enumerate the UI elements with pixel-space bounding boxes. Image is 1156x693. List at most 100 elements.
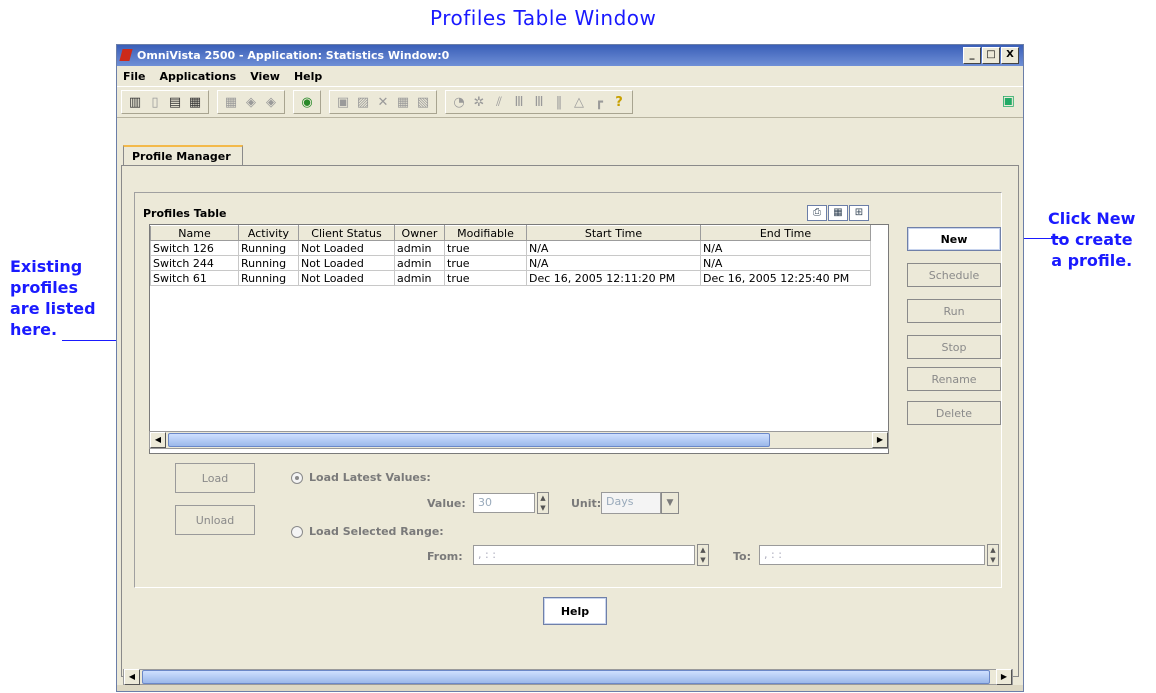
window-horizontal-scrollbar[interactable]: ◀ ▶ (123, 669, 1013, 685)
tab-profile-manager[interactable]: Profile Manager (123, 145, 243, 165)
table-horizontal-scrollbar[interactable]: ◀ ▶ (149, 431, 889, 449)
note-line: Click New (1048, 209, 1136, 228)
copy-icon[interactable]: ▧ (414, 93, 432, 111)
help-button[interactable]: Help (543, 597, 607, 625)
table-cell: Not Loaded (298, 255, 395, 271)
load-range-label: Load Selected Range: (309, 525, 444, 538)
scroll-right-icon[interactable]: ▶ (996, 669, 1012, 685)
split-horizontal-icon[interactable]: ▤ (166, 93, 184, 111)
stop-button[interactable]: Stop (907, 335, 1001, 359)
maximize-button[interactable]: □ (982, 47, 1000, 64)
app-logo-icon (119, 49, 133, 61)
table-cell: true (444, 255, 527, 271)
run-button[interactable]: Run (907, 299, 1001, 323)
profiles-table-label: Profiles Table (143, 207, 227, 220)
window-title: OmniVista 2500 - Application: Statistics… (137, 49, 450, 62)
minimize-button[interactable]: _ (963, 47, 981, 64)
scroll-thumb[interactable] (142, 670, 990, 684)
close-button[interactable]: X (1001, 47, 1019, 64)
from-label: From: (427, 550, 463, 563)
menu-applications[interactable]: Applications (160, 70, 237, 83)
scroll-left-icon[interactable]: ◀ (124, 669, 140, 685)
load-button[interactable]: Load (175, 463, 255, 493)
toolbar: ▥ ▯ ▤ ▦ ▦ ◈ ◈ ◉ ▣ ▨ ✕ ▦ ▧ ◔ ✲ ⫽ Ⅲ Ⅲ ‖ △ (117, 86, 1023, 118)
edit-icon[interactable]: ▨ (354, 93, 372, 111)
load-latest-option[interactable]: Load Latest Values: (291, 471, 431, 484)
table-row[interactable]: Switch 126 Running Not Loaded admin true… (150, 240, 871, 256)
note-line: are listed (10, 299, 96, 318)
area-chart-icon[interactable]: △ (570, 93, 588, 111)
to-label: To: (733, 550, 751, 563)
from-spinner[interactable]: ▲ ▼ (697, 544, 709, 566)
app-window: OmniVista 2500 - Application: Statistics… (116, 44, 1024, 692)
chart-toolbar-group: ◔ ✲ ⫽ Ⅲ Ⅲ ‖ △ ┏ ? (445, 90, 633, 114)
column-header[interactable]: Modifiable (444, 225, 527, 241)
split-panes-icon[interactable]: ▦ (186, 93, 204, 111)
schedule-button[interactable]: Schedule (907, 263, 1001, 287)
value-field[interactable]: 30 (473, 493, 535, 513)
table-cell: Dec 16, 2005 12:25:40 PM (700, 270, 871, 286)
table-row[interactable]: Switch 61 Running Not Loaded admin true … (150, 270, 871, 286)
table-icon[interactable]: ▦ (394, 93, 412, 111)
print-icon[interactable]: ⎙ (807, 205, 827, 221)
unit-label: Unit: (571, 497, 602, 510)
scroll-thumb[interactable] (168, 433, 770, 447)
existing-profiles-note: Existing profiles are listed here. (10, 256, 96, 340)
column-header[interactable]: Activity (238, 225, 299, 241)
table-cell: N/A (700, 240, 871, 256)
stacked-chart-icon[interactable]: ┏ (590, 93, 608, 111)
column-header[interactable]: Client Status (298, 225, 395, 241)
menu-bar: File Applications View Help (117, 66, 1023, 86)
table-cell: N/A (526, 255, 701, 271)
back-icon[interactable]: ◈ (242, 93, 260, 111)
radio-unselected-icon[interactable] (291, 525, 303, 538)
bar-chart-icon[interactable]: Ⅲ (510, 93, 528, 111)
scroll-right-icon[interactable]: ▶ (872, 432, 888, 448)
delete-icon[interactable]: ✕ (374, 93, 392, 111)
split-vertical-icon[interactable]: ▥ (126, 93, 144, 111)
help-icon[interactable]: ? (610, 93, 628, 111)
exit-icon[interactable]: ▣ (1002, 93, 1015, 109)
line-chart-icon[interactable]: ⫽ (490, 93, 508, 111)
column-header[interactable]: Name (150, 225, 239, 241)
chevron-down-icon[interactable]: ▼ (661, 492, 679, 514)
forward-icon[interactable]: ◈ (262, 93, 280, 111)
to-spinner[interactable]: ▲ ▼ (987, 544, 999, 566)
grid-icon[interactable]: ▦ (222, 93, 240, 111)
new-button[interactable]: New (907, 227, 1001, 251)
table-cell: Switch 126 (150, 240, 239, 256)
window-controls: _ □ X (963, 47, 1019, 64)
menu-help[interactable]: Help (294, 70, 322, 83)
settings-icon[interactable]: ✲ (470, 93, 488, 111)
column-header[interactable]: End Time (700, 225, 871, 241)
scroll-left-icon[interactable]: ◀ (150, 432, 166, 448)
column-select-icon[interactable]: ▦ (828, 205, 848, 221)
table-cell: Running (238, 270, 299, 286)
rename-button[interactable]: Rename (907, 367, 1001, 391)
radio-selected-icon[interactable] (291, 471, 303, 484)
table-cell: true (444, 240, 527, 256)
pie-chart-icon[interactable]: ◔ (450, 93, 468, 111)
value-spinner[interactable]: ▲ ▼ (537, 492, 549, 514)
fit-columns-icon[interactable]: ⊞ (849, 205, 869, 221)
columns-icon[interactable]: Ⅲ (530, 93, 548, 111)
note-line: a profile. (1051, 251, 1133, 270)
title-bar[interactable]: OmniVista 2500 - Application: Statistics… (117, 45, 1023, 66)
table-row[interactable]: Switch 244 Running Not Loaded admin true… (150, 255, 871, 271)
from-field[interactable]: , : : (473, 545, 695, 565)
to-field[interactable]: , : : (759, 545, 985, 565)
unload-button[interactable]: Unload (175, 505, 255, 535)
unit-select[interactable]: Days (601, 492, 661, 514)
profiles-table: Name Activity Client Status Owner Modifi… (149, 224, 889, 454)
menu-file[interactable]: File (123, 70, 146, 83)
add-icon[interactable]: ▣ (334, 93, 352, 111)
load-range-option[interactable]: Load Selected Range: (291, 525, 444, 538)
bars-icon[interactable]: ‖ (550, 93, 568, 111)
single-pane-icon[interactable]: ▯ (146, 93, 164, 111)
delete-button[interactable]: Delete (907, 401, 1001, 425)
column-header[interactable]: Owner (394, 225, 445, 241)
table-cell: Not Loaded (298, 270, 395, 286)
menu-view[interactable]: View (250, 70, 280, 83)
refresh-icon[interactable]: ◉ (298, 93, 316, 111)
column-header[interactable]: Start Time (526, 225, 701, 241)
